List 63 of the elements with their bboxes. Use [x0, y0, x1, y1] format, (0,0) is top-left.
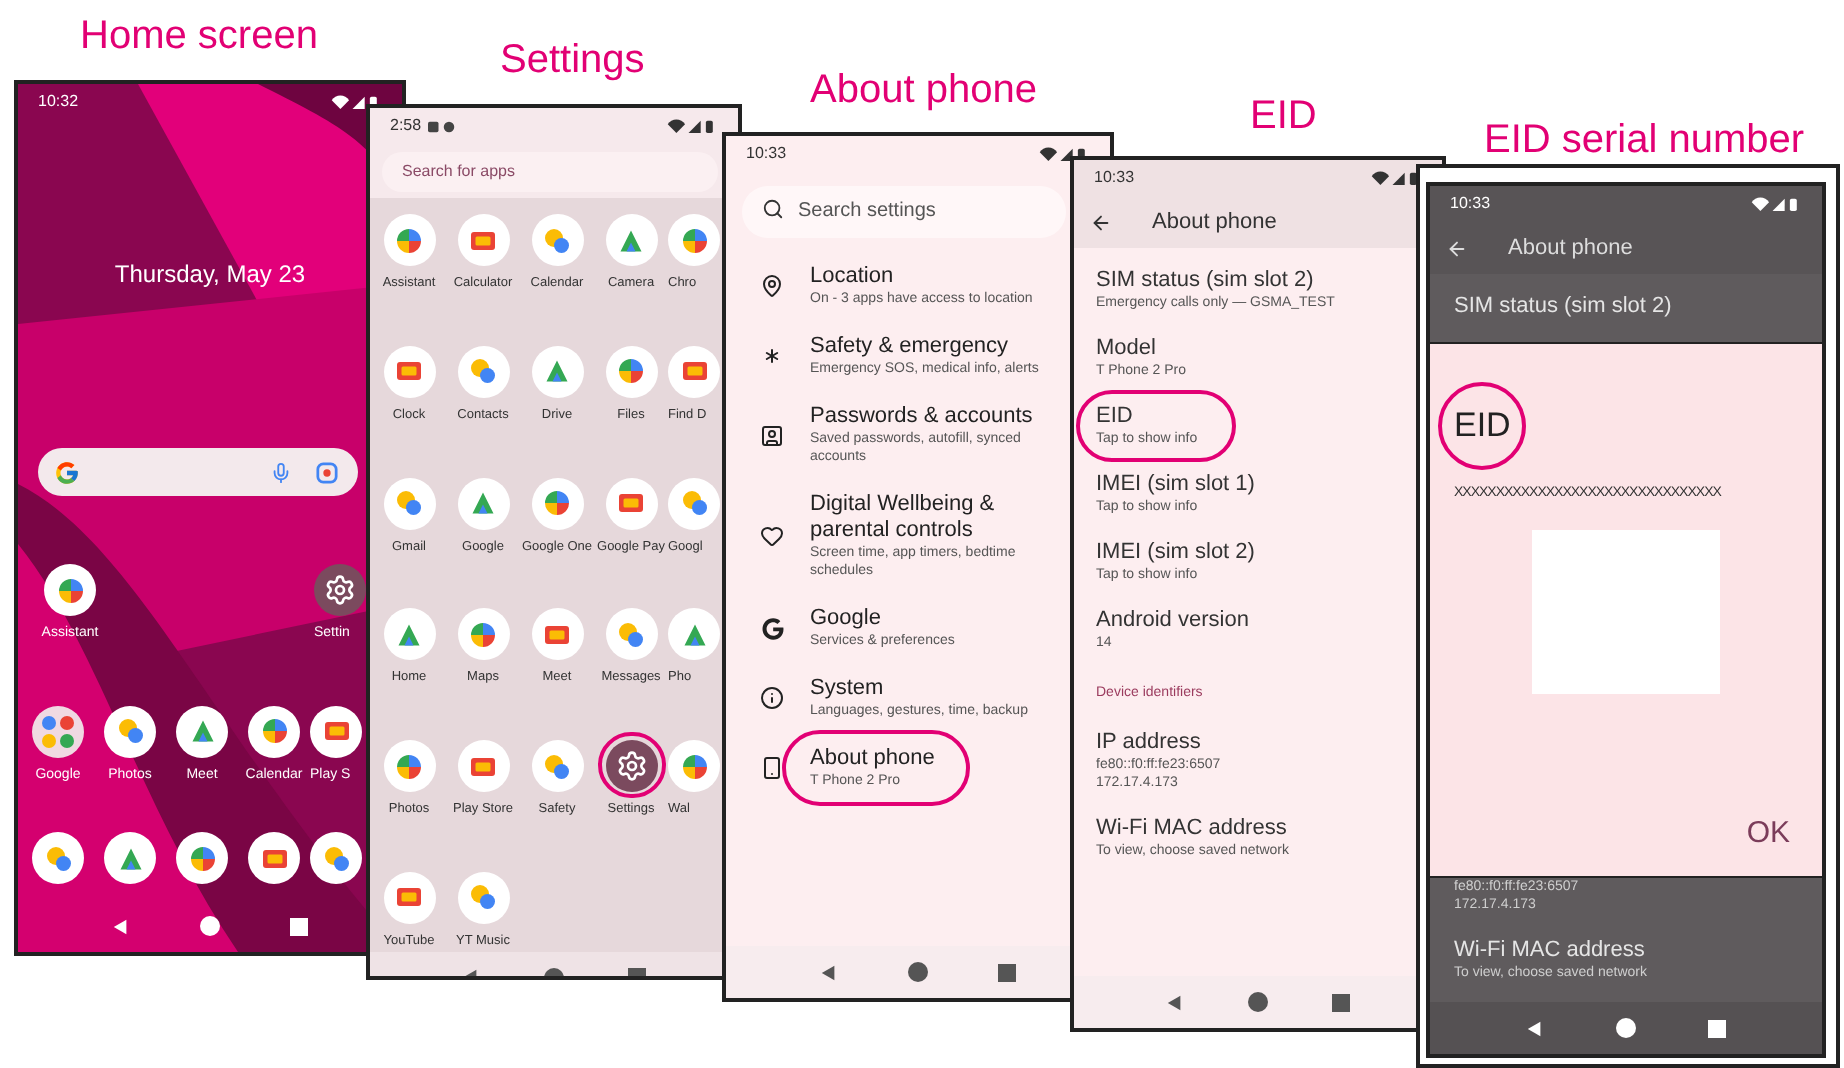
- recents-nav-icon[interactable]: [997, 963, 1016, 981]
- item-title: SIM status (sim slot 2): [1454, 292, 1674, 322]
- location-pin-icon: [760, 274, 784, 298]
- status-time: 10:33: [746, 142, 787, 166]
- status-time: 10:32: [38, 90, 79, 114]
- home-nav-icon[interactable]: [907, 962, 928, 982]
- screen-title: About phone: [1508, 233, 1633, 264]
- user-card-icon: [760, 423, 784, 447]
- status-icons-drawing: [1370, 170, 1422, 186]
- item-title: About phone: [810, 746, 937, 772]
- search-field[interactable]: Search settings: [742, 185, 1066, 237]
- item-title: Digital Wellbeing & parental controls: [810, 492, 997, 544]
- back-nav-icon[interactable]: [1526, 1019, 1544, 1037]
- notification-icons-drawing: [427, 119, 456, 133]
- status-icons-drawing: [666, 118, 718, 134]
- heart-icon: [760, 524, 784, 548]
- item-title: EID: [1096, 404, 1135, 430]
- step-caption: Settings: [500, 40, 645, 80]
- mic-icon[interactable]: [270, 461, 292, 483]
- status-time: 2:58: [390, 114, 422, 138]
- item-title: Android version: [1096, 608, 1251, 634]
- item-title: Google: [810, 606, 883, 632]
- info-icon: [760, 686, 784, 710]
- back-nav-icon[interactable]: [820, 963, 839, 981]
- status-time: 10:33: [1094, 166, 1135, 190]
- item-title: System: [810, 676, 886, 702]
- status-icons-drawing: [1750, 196, 1802, 212]
- item-title: IMEI (sim slot 1): [1096, 472, 1257, 498]
- item-title: Wi-Fi MAC address: [1454, 938, 1647, 964]
- screen-title: About phone: [1152, 207, 1277, 238]
- item-title: Model: [1096, 336, 1158, 362]
- recents-nav-icon[interactable]: [1332, 993, 1350, 1011]
- step-caption: EID: [1250, 96, 1317, 136]
- step-caption: About phone: [810, 70, 1037, 110]
- item-title: SIM status (sim slot 2): [1096, 268, 1316, 294]
- date-text: Thursday, May 23: [114, 258, 306, 292]
- back-arrow-icon[interactable]: [1446, 237, 1468, 259]
- search-field[interactable]: Search for apps: [382, 151, 718, 191]
- asterisk-icon: [760, 344, 784, 368]
- recents-nav-icon[interactable]: [1708, 1019, 1726, 1037]
- google-logo-icon: [54, 459, 80, 485]
- step-caption: Home screen: [80, 16, 318, 56]
- home-nav-icon[interactable]: [1248, 992, 1268, 1012]
- dialog-title: EID: [1454, 406, 1511, 444]
- lens-icon[interactable]: [316, 461, 338, 483]
- item-title: Wi-Fi MAC address: [1096, 815, 1289, 841]
- item-title: Safety & emergency: [810, 334, 1011, 360]
- ok-button[interactable]: OK: [1738, 811, 1798, 856]
- home-nav-icon[interactable]: [199, 916, 220, 936]
- item-title: Location: [810, 264, 896, 290]
- back-nav-icon[interactable]: [1166, 993, 1184, 1011]
- back-arrow-icon[interactable]: [1090, 211, 1112, 233]
- home-nav-icon[interactable]: [1616, 1018, 1636, 1038]
- google-logo-icon: [761, 617, 783, 639]
- item-title: Passwords & accounts: [810, 404, 1035, 430]
- search-icon: [762, 198, 784, 220]
- step-caption: EID serial number: [1484, 120, 1805, 160]
- phone-icon: [760, 756, 784, 780]
- item-title: IP address: [1096, 729, 1203, 755]
- item-title: IMEI (sim slot 2): [1096, 540, 1257, 566]
- search-bar[interactable]: [38, 448, 358, 496]
- back-nav-icon[interactable]: [112, 917, 131, 935]
- status-time: 10:33: [1450, 192, 1491, 216]
